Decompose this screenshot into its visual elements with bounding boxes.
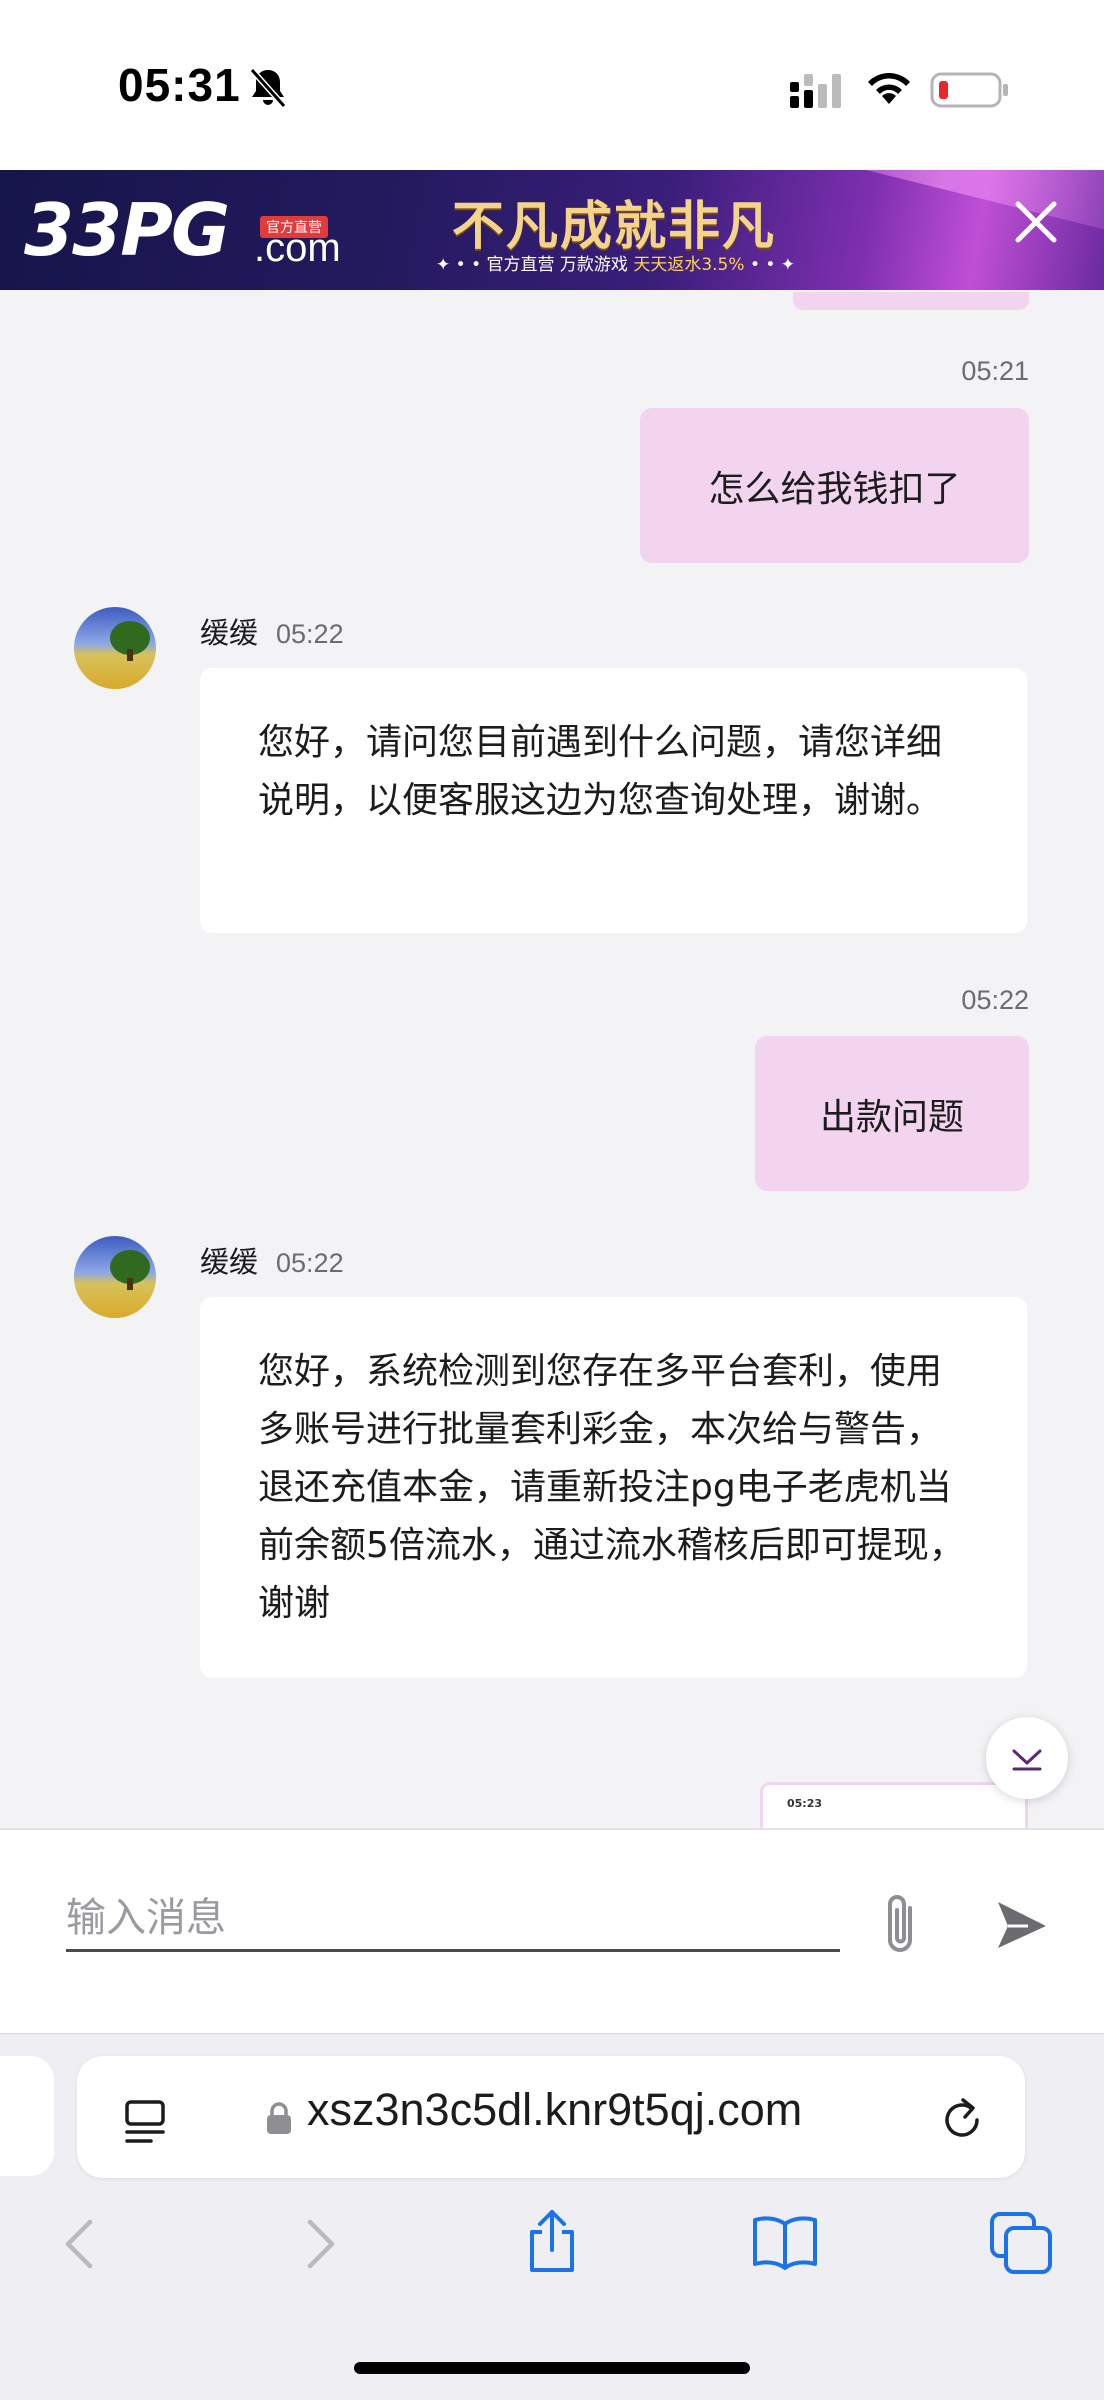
url-text: xsz3n3c5dl.knr9t5qj.com	[307, 2084, 803, 2135]
address-bar[interactable]: xsz3n3c5dl.knr9t5qj.com	[77, 2056, 1025, 2178]
previous-tab-preview[interactable]	[0, 2056, 54, 2176]
browser-chrome: xsz3n3c5dl.knr9t5qj.com	[0, 2033, 1104, 2400]
agent-avatar	[74, 607, 156, 689]
banner-slogan: 不凡成就非凡	[452, 196, 777, 257]
chat-message-list[interactable]: 05:21 怎么给我钱扣了 缓缓 05:22 您好，请问您目前遇到什么问题，请您详…	[0, 290, 1104, 1828]
banner-logo: 33PG	[24, 188, 230, 272]
home-indicator[interactable]	[354, 2362, 750, 2374]
message-time: 05:22	[276, 619, 344, 649]
incoming-message-bubble[interactable]: 您好，系统检测到您存在多平台套利，使用多账号进行批量套利彩金，本次给与警告，退还…	[200, 1297, 1027, 1678]
banner-subtitle: ✦ • • 官方直营 万款游戏 天天返水3.5% • • ✦	[436, 250, 795, 275]
outgoing-message-bubble[interactable]: 出款问题	[755, 1036, 1029, 1191]
message-sender-row: 缓缓 05:22	[200, 1239, 344, 1281]
send-icon[interactable]	[992, 1890, 1052, 1960]
message-time: 05:22	[276, 1248, 344, 1278]
banner-logo-domain: .com	[254, 226, 341, 270]
reload-icon[interactable]	[937, 2092, 987, 2144]
message-time: 05:21	[961, 356, 1029, 386]
incoming-message-bubble[interactable]: 您好，请问您目前遇到什么问题，请您详细说明，以便客服这边为您查询处理，谢谢。	[200, 668, 1027, 933]
image-message-thumbnail[interactable]: 05:23	[760, 1782, 1028, 1828]
ad-banner[interactable]: 33PG 官方直营 .com 不凡成就非凡 ✦ • • 官方直营 万款游戏 天天…	[0, 170, 1104, 290]
cellular-signal-icon	[790, 74, 841, 108]
banner-subtitle-highlight: 天天返水3.5%	[633, 255, 745, 275]
back-chevron-icon[interactable]	[60, 2214, 100, 2274]
bell-slash-icon	[249, 68, 287, 108]
tabs-icon[interactable]	[988, 2210, 1054, 2276]
message-input[interactable]	[66, 1886, 840, 1952]
thumbnail-time: 05:23	[787, 1797, 823, 1810]
status-bar: 05:31	[0, 0, 1104, 170]
paperclip-icon[interactable]	[876, 1890, 924, 1960]
banner-subtitle-prefix: ✦ • • 官方直营 万款游戏	[436, 255, 628, 275]
sender-name: 缓缓	[200, 616, 259, 650]
status-time: 05:31	[118, 59, 241, 111]
battery-low-icon	[930, 72, 1008, 108]
lock-icon	[267, 2102, 291, 2134]
outgoing-message-bubble[interactable]: 怎么给我钱扣了	[640, 408, 1029, 563]
scroll-to-bottom-button[interactable]	[986, 1717, 1068, 1799]
share-icon[interactable]	[522, 2206, 582, 2276]
close-icon[interactable]	[1010, 196, 1062, 248]
bookmarks-icon[interactable]	[750, 2212, 820, 2272]
message-time: 05:22	[961, 985, 1029, 1015]
forward-chevron-icon[interactable]	[300, 2214, 340, 2274]
message-composer	[0, 1828, 1104, 2033]
banner-subtitle-suffix: • • ✦	[749, 255, 796, 275]
wifi-icon	[868, 73, 910, 104]
previous-message-bubble	[793, 292, 1029, 310]
sender-name: 缓缓	[200, 1245, 259, 1279]
message-sender-row: 缓缓 05:22	[200, 610, 344, 652]
page-menu-icon[interactable]	[123, 2096, 169, 2146]
agent-avatar	[74, 1236, 156, 1318]
chevron-down-icon	[1012, 1749, 1042, 1771]
